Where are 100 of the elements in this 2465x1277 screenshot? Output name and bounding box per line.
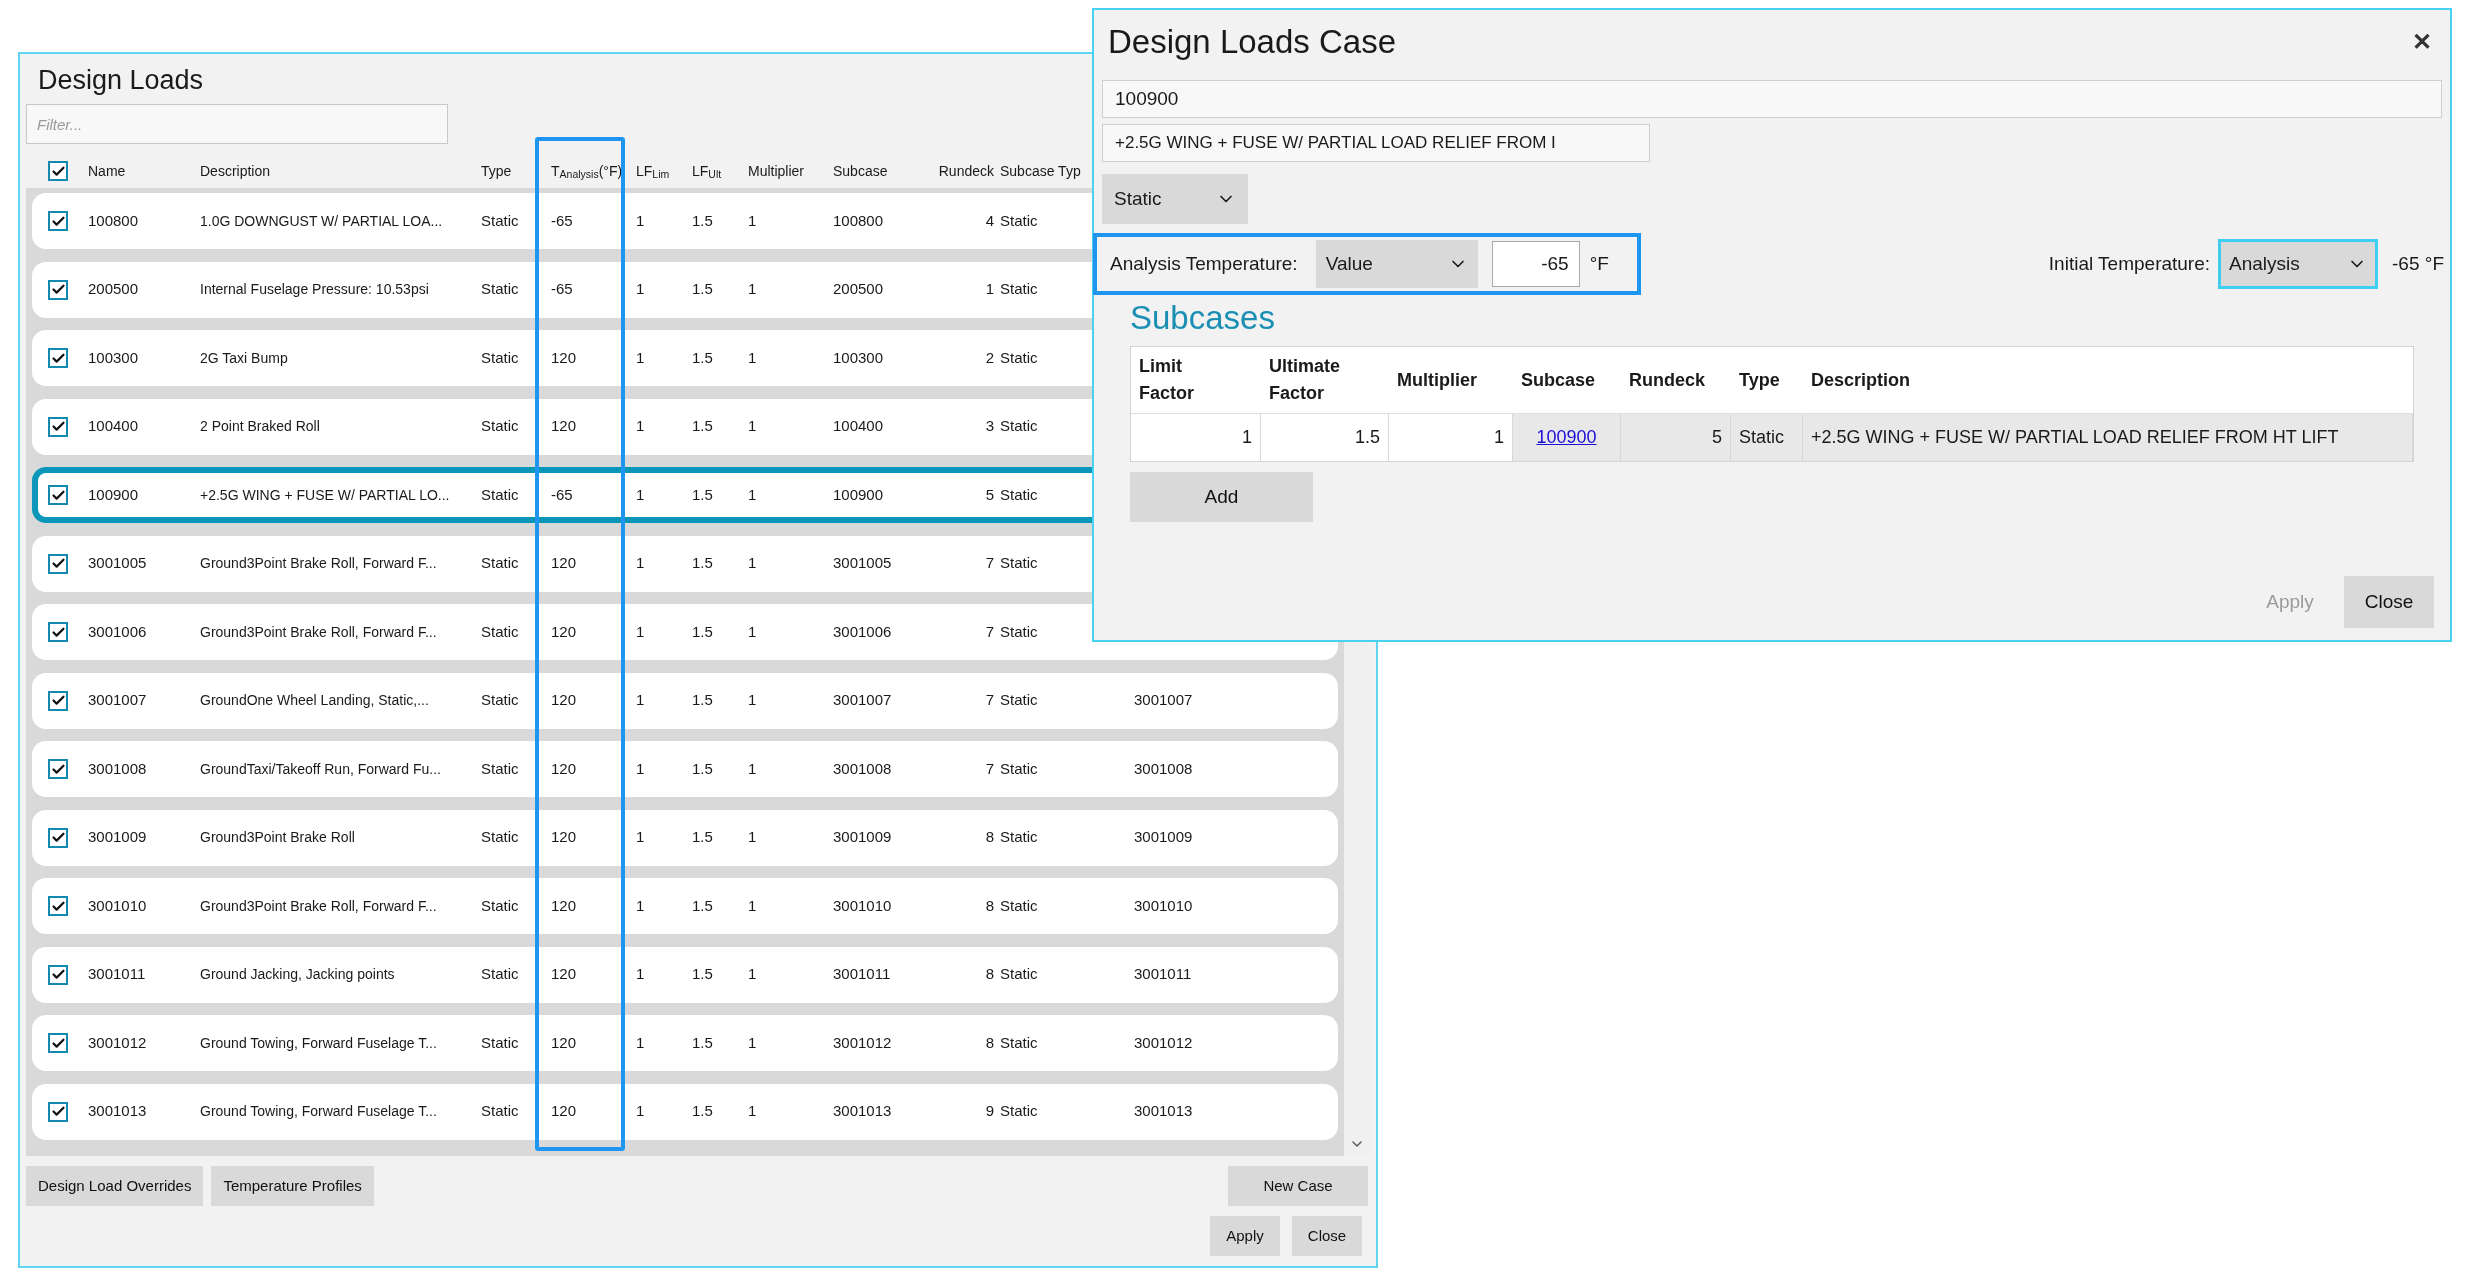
table-cell-text: 1 (984, 279, 994, 300)
table-cell-text: Static (1000, 621, 1039, 642)
table-cell-text: 1 (636, 690, 646, 711)
table-cell-text: Static (1000, 210, 1039, 231)
table-cell-text: 120 (551, 1032, 578, 1053)
table-cell-text: 1 (748, 210, 758, 231)
table-cell-text: 100400 (833, 416, 885, 437)
table-cell-text: 3001009 (1134, 827, 1194, 848)
temperature-reading: -65 °F (2392, 251, 2444, 276)
table-cell-text: 1 (636, 279, 646, 300)
table-cell-text: -65 (551, 484, 574, 505)
table-cell-text: 3001011 (833, 964, 892, 985)
table-cell-text: 2 Point Braked Roll (200, 417, 321, 436)
table-cell-text: 120 (551, 690, 578, 711)
table-cell-text: Static (481, 1101, 520, 1122)
table-cell-text: Ground Towing, Forward Fuselage T... (200, 1033, 438, 1053)
table-cell-text: 3001010 (833, 895, 893, 916)
column-header: Multiplier (1397, 369, 1477, 390)
table-cell-text: 7 (984, 690, 994, 711)
table-cell-text: 1.0G DOWNGUST W/ PARTIAL LOA... (200, 211, 444, 231)
table-cell-text: Static (1000, 1032, 1039, 1053)
window-title: Design Loads (38, 64, 204, 97)
table-cell-text: Static (1000, 827, 1039, 848)
table-cell-text: 200500 (88, 279, 140, 300)
table-cell-text: Static (481, 279, 520, 300)
table-cell-text: Ground3Point Brake Roll (200, 828, 356, 847)
table-cell-text: 3001008 (1134, 758, 1194, 779)
table-cell-text: 200500 (833, 279, 885, 300)
table-cell-text: Static (481, 758, 520, 779)
column-header: Description (1811, 369, 1911, 390)
table-cell-text: Static (1000, 416, 1039, 437)
table-cell-text: 8 (984, 827, 994, 848)
table-cell-text: 3001009 (88, 827, 148, 848)
table-cell-text: 1 (636, 484, 646, 505)
table-cell-text: Static (1000, 758, 1039, 779)
table-cell-text: 1.5 (692, 279, 714, 300)
column-header: Type (1739, 369, 1780, 390)
table-cell-text: 1.5 (692, 484, 714, 505)
table-cell-text: 1 (748, 279, 758, 300)
table-cell-text: 3001005 (88, 553, 148, 574)
table-cell-text: 7 (984, 758, 994, 779)
table-cell-text: 3001006 (88, 621, 148, 642)
column-header: Rundeck (1629, 369, 1706, 390)
table-cell-text: Static (481, 484, 520, 505)
table-cell-text: 3001008 (833, 758, 893, 779)
table-cell-text: 4 (984, 210, 994, 231)
table-cell-text: 1 (748, 827, 758, 848)
table-cell-text: 1.5 (692, 1032, 714, 1053)
table-cell-text: Static (481, 827, 520, 848)
table-cell-text: 1.5 (692, 964, 714, 985)
table-cell-text: 3001011 (88, 964, 147, 985)
table-cell-text: 100900 (833, 484, 885, 505)
table-cell-text: 120 (551, 827, 578, 848)
table-cell-text: Ground3Point Brake Roll, Forward F... (200, 896, 438, 916)
table-cell-text: 1.5 (692, 210, 714, 231)
table-cell-text: 3001011 (1134, 964, 1193, 985)
table-cell-text: 3001012 (88, 1032, 148, 1053)
table-cell-text: 120 (551, 895, 578, 916)
table-cell: 5 (1621, 414, 1731, 461)
table-cell-text: Ground3Point Brake Roll, Forward F... (200, 554, 438, 573)
table-cell-text: Static (1000, 347, 1039, 368)
table-cell-text: -65 (551, 279, 574, 300)
table-cell-text: Static (481, 964, 520, 985)
table-cell-text: Static (1000, 484, 1039, 505)
table-cell-text: 100800 (88, 210, 140, 231)
table-cell-text: 3001007 (88, 690, 148, 711)
column-header: Subcase (1521, 369, 1596, 390)
table-cell-text: 1 (636, 347, 646, 368)
table-cell-text: 1 (636, 895, 646, 916)
table-cell-text: 8 (984, 1032, 994, 1053)
table-cell-text: 120 (551, 758, 578, 779)
table-cell-text: 1 (748, 1101, 758, 1122)
table-cell-text: Static (1000, 895, 1039, 916)
table-cell-text: 2G Taxi Bump (200, 348, 289, 368)
table-cell-text: 2 (984, 347, 994, 368)
table-cell-text: 3001008 (88, 758, 148, 779)
table-cell-text: +2.5G WING + FUSE W/ PARTIAL LO... (200, 485, 451, 505)
table-cell-text: 1 (748, 964, 758, 985)
table-cell-text: 100900 (88, 484, 140, 505)
table-cell-text: 100300 (88, 347, 140, 368)
table-cell-text: 1 (636, 553, 646, 574)
table-cell-text: 120 (551, 553, 578, 574)
table-cell-text: 8 (984, 895, 994, 916)
table-cell-text: 3001007 (833, 690, 893, 711)
table-cell-text: 5 (984, 484, 994, 505)
table-cell-text: 3001007 (1134, 690, 1194, 711)
table-cell-text: 8 (984, 964, 994, 985)
table-cell-text: Internal Fuselage Pressure: 10.53psi (200, 280, 430, 299)
table-cell-text: Static (481, 553, 520, 574)
table-cell-text: 1.5 (692, 1101, 714, 1122)
table-cell-text: 1.5 (692, 621, 714, 642)
table-cell-text: Static (481, 416, 520, 437)
table-cell: +2.5G WING + FUSE W/ PARTIAL LOAD RELIEF FROM HT LIFT (1803, 414, 2413, 461)
unit-label: °F (1589, 251, 1609, 276)
table-cell-text: Static (481, 1032, 520, 1053)
field-label: Initial Temperature: (2048, 251, 2211, 276)
table-cell: Static (1731, 414, 1803, 461)
table-cell-text: 3001012 (1134, 1032, 1194, 1053)
table-cell-text: 1 (636, 1032, 646, 1053)
table-cell-text: 1 (748, 1032, 758, 1053)
